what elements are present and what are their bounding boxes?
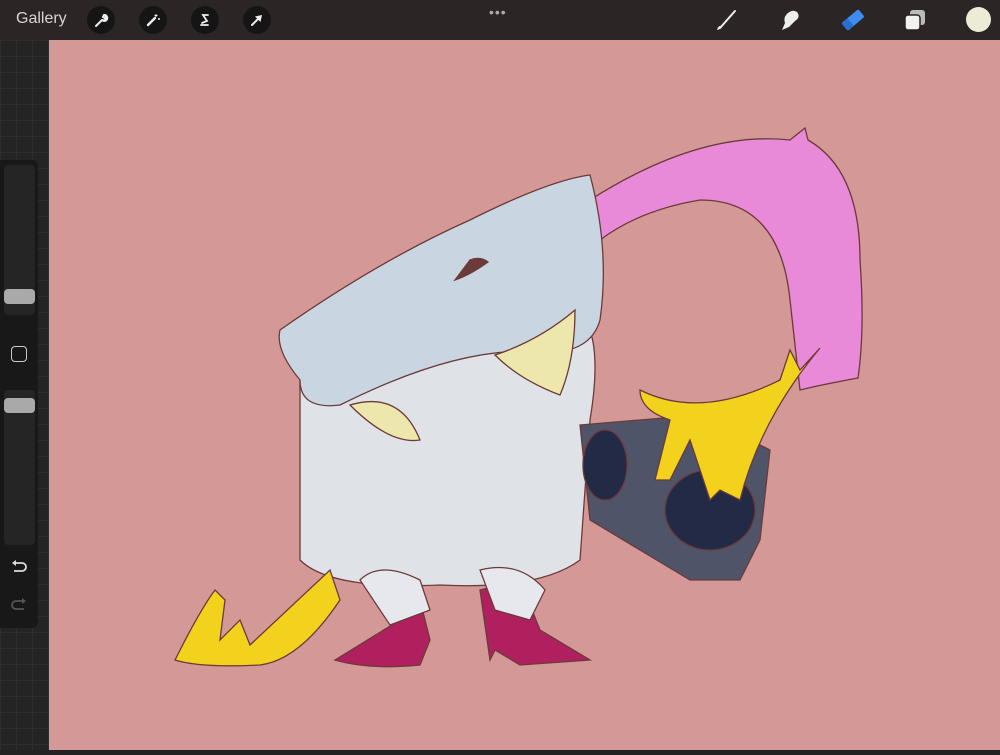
eraser-icon (842, 9, 864, 31)
color-swatch[interactable] (966, 7, 991, 32)
smudge-button[interactable] (776, 6, 804, 34)
redo-icon[interactable] (10, 598, 28, 612)
transform-arrow-icon (251, 15, 262, 26)
brush-icon (717, 10, 736, 30)
adjustments-button[interactable] (139, 6, 167, 34)
layers-button[interactable] (901, 6, 929, 34)
gallery-button[interactable]: Gallery (16, 10, 67, 28)
selection-icon (200, 14, 209, 26)
brush-opacity-slider[interactable] (4, 390, 35, 545)
sidebar (0, 160, 38, 628)
transform-button[interactable] (243, 6, 271, 34)
brush-button[interactable] (713, 6, 741, 34)
actions-button[interactable] (87, 6, 115, 34)
artwork-illustration (174, 126, 863, 668)
brush-opacity-slider-thumb[interactable] (4, 398, 35, 414)
selection-button[interactable] (191, 6, 219, 34)
undo-icon[interactable] (10, 560, 28, 574)
smudge-icon (782, 10, 799, 30)
top-toolbar: Gallery ••• (0, 0, 1000, 40)
magic-wand-icon (146, 14, 160, 27)
eraser-button[interactable] (839, 6, 867, 34)
brush-size-slider-thumb[interactable] (4, 289, 35, 305)
modify-button[interactable] (11, 346, 27, 362)
layers-icon (904, 10, 925, 31)
more-options-icon[interactable]: ••• (489, 4, 507, 20)
wrench-icon (95, 13, 109, 27)
drawing-canvas[interactable] (49, 40, 1000, 750)
